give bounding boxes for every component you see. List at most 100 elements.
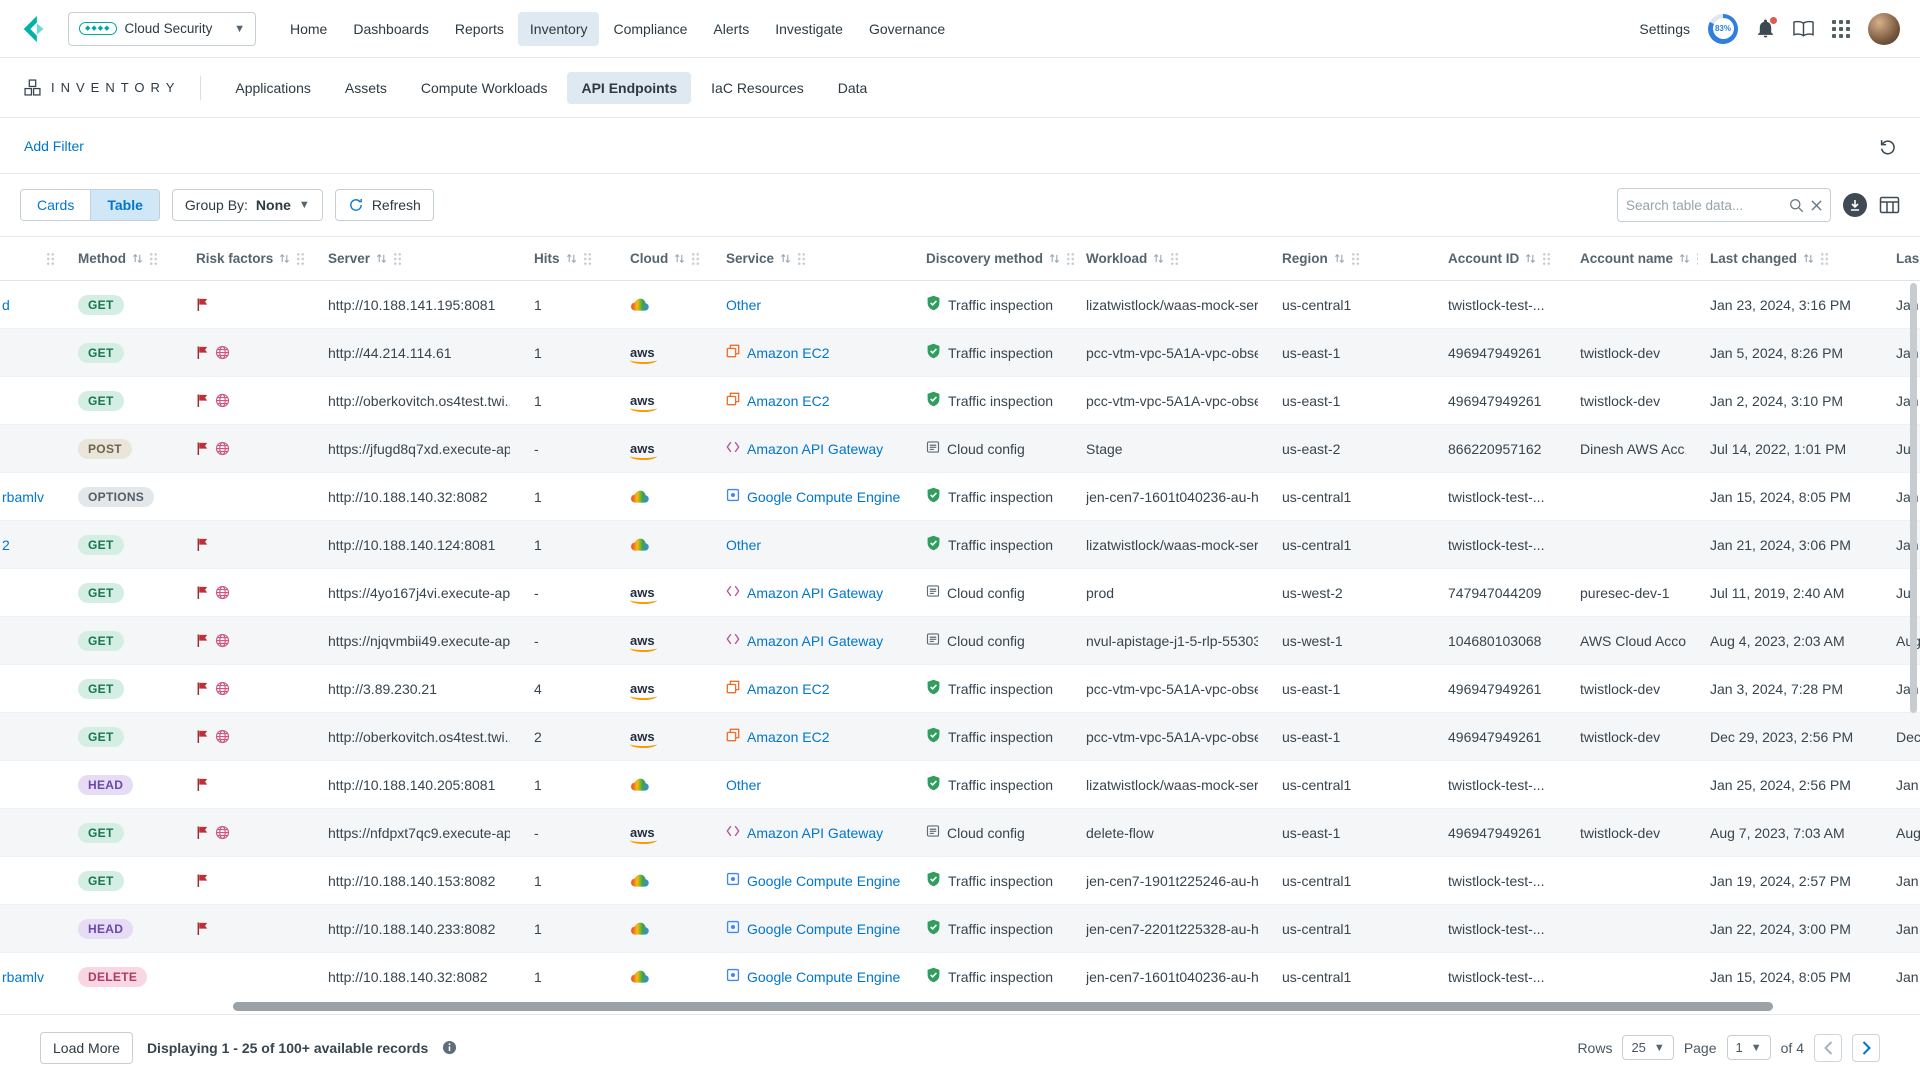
search-input[interactable] [1626, 198, 1782, 213]
table-row[interactable]: GET https://4yo167j4vi.execute-ap... - a… [0, 569, 1920, 617]
column-header-hits[interactable]: Hits [522, 237, 618, 280]
service-link[interactable]: Amazon EC2 [747, 345, 829, 361]
table-row[interactable]: GET https://njqvmbii49.execute-ap... - a… [0, 617, 1920, 665]
tab-assets[interactable]: Assets [331, 72, 401, 104]
column-header-cloud[interactable]: Cloud [618, 237, 714, 280]
table-row[interactable]: GET http://oberkovitch.os4test.twi... 2 … [0, 713, 1920, 761]
nav-inventory[interactable]: Inventory [518, 12, 600, 46]
view-cards-button[interactable]: Cards [21, 190, 90, 220]
column-drag-handle[interactable] [797, 252, 806, 266]
sort-icon[interactable] [1049, 253, 1060, 264]
table-row[interactable]: HEAD http://10.188.140.205:8081 1 Other … [0, 761, 1920, 809]
tab-api-endpoints[interactable]: API Endpoints [567, 72, 691, 104]
nav-home[interactable]: Home [278, 12, 339, 46]
service-link[interactable]: Google Compute Engine [747, 921, 900, 937]
column-header-risk-factors[interactable]: Risk factors [184, 237, 316, 280]
service-link[interactable]: Google Compute Engine [747, 489, 900, 505]
column-header-workload[interactable]: Workload [1074, 237, 1270, 280]
endpoint-link[interactable]: rbamlv [2, 489, 44, 505]
service-link[interactable]: Amazon EC2 [747, 681, 829, 697]
sort-icon[interactable] [1803, 253, 1814, 264]
clear-search-icon[interactable] [1811, 200, 1822, 211]
group-by-dropdown[interactable]: Group By: None ▼ [172, 189, 323, 221]
view-table-button[interactable]: Table [90, 190, 159, 220]
page-select[interactable]: 1 ▼ [1727, 1035, 1771, 1060]
column-drag-handle[interactable] [1351, 252, 1360, 266]
sort-icon[interactable] [566, 253, 577, 264]
settings-link[interactable]: Settings [1639, 21, 1690, 37]
load-more-button[interactable]: Load More [40, 1032, 133, 1064]
sort-icon[interactable] [1679, 253, 1690, 264]
apps-grid-icon[interactable] [1832, 20, 1850, 38]
service-link[interactable]: Amazon EC2 [747, 729, 829, 745]
reset-filters-icon[interactable] [1878, 137, 1896, 155]
table-row[interactable]: GET http://10.188.140.153:8082 1 Google … [0, 857, 1920, 905]
sort-icon[interactable] [376, 253, 387, 264]
column-header-service[interactable]: Service [714, 237, 914, 280]
table-row[interactable]: GET http://44.214.114.61 1 aws Amazon EC… [0, 329, 1920, 377]
column-drag-handle[interactable] [46, 252, 55, 266]
column-settings-icon[interactable] [1879, 196, 1900, 214]
service-link[interactable]: Other [726, 537, 761, 553]
endpoint-link[interactable]: rbamlv [2, 969, 44, 985]
tab-compute-workloads[interactable]: Compute Workloads [407, 72, 562, 104]
sort-icon[interactable] [1525, 253, 1536, 264]
docs-book-icon[interactable] [1793, 20, 1814, 38]
service-link[interactable]: Amazon API Gateway [747, 585, 883, 601]
table-row[interactable]: 2 GET http://10.188.140.124:8081 1 Other… [0, 521, 1920, 569]
column-header-endpoint[interactable] [0, 237, 66, 280]
previous-page-button[interactable] [1814, 1034, 1842, 1062]
table-row[interactable]: d GET http://10.188.141.195:8081 1 Other… [0, 281, 1920, 329]
tab-iac-resources[interactable]: IaC Resources [697, 72, 818, 104]
nav-investigate[interactable]: Investigate [763, 12, 855, 46]
sort-icon[interactable] [674, 253, 685, 264]
column-header-method[interactable]: Method [66, 237, 184, 280]
column-drag-handle[interactable] [691, 252, 700, 266]
sort-icon[interactable] [132, 253, 143, 264]
product-selector[interactable]: ◆◆◆◆ Cloud Security ▼ [68, 12, 256, 46]
column-header-last-changed[interactable]: Last changed [1698, 237, 1884, 280]
horizontal-scrollbar[interactable] [233, 1002, 1773, 1011]
column-drag-handle[interactable] [583, 252, 592, 266]
endpoint-link[interactable]: d [2, 297, 10, 313]
column-header-server[interactable]: Server [316, 237, 522, 280]
table-row[interactable]: HEAD http://10.188.140.233:8082 1 Google… [0, 905, 1920, 953]
column-drag-handle[interactable] [393, 252, 402, 266]
table-row[interactable]: rbamlv OPTIONS http://10.188.140.32:8082… [0, 473, 1920, 521]
sort-icon[interactable] [279, 253, 290, 264]
column-header-discovery-method[interactable]: Discovery method [914, 237, 1074, 280]
nav-dashboards[interactable]: Dashboards [341, 12, 441, 46]
service-link[interactable]: Google Compute Engine [747, 873, 900, 889]
endpoint-link[interactable]: 2 [2, 537, 10, 553]
column-header-las[interactable]: Las [1884, 237, 1920, 280]
table-row[interactable]: GET https://nfdpxt7qc9.execute-ap... - a… [0, 809, 1920, 857]
rows-per-page-select[interactable]: 25 ▼ [1622, 1035, 1673, 1060]
column-header-account-id[interactable]: Account ID [1436, 237, 1568, 280]
refresh-button[interactable]: Refresh [335, 189, 434, 221]
table-row[interactable]: POST https://jfugd8q7xd.execute-ap... - … [0, 425, 1920, 473]
next-page-button[interactable] [1852, 1034, 1880, 1062]
service-link[interactable]: Google Compute Engine [747, 969, 900, 985]
column-drag-handle[interactable] [1170, 252, 1179, 266]
column-header-region[interactable]: Region [1270, 237, 1436, 280]
service-link[interactable]: Amazon EC2 [747, 393, 829, 409]
column-drag-handle[interactable] [1542, 252, 1551, 266]
nav-alerts[interactable]: Alerts [701, 12, 761, 46]
user-avatar[interactable] [1868, 13, 1900, 45]
usage-gauge[interactable]: 83% [1708, 14, 1738, 44]
column-drag-handle[interactable] [1066, 252, 1074, 266]
notifications-bell-icon[interactable] [1756, 19, 1775, 39]
column-header-account-name[interactable]: Account name [1568, 237, 1698, 280]
nav-reports[interactable]: Reports [443, 12, 516, 46]
column-drag-handle[interactable] [296, 252, 305, 266]
service-link[interactable]: Amazon API Gateway [747, 825, 883, 841]
sort-icon[interactable] [1153, 253, 1164, 264]
nav-compliance[interactable]: Compliance [601, 12, 699, 46]
table-row[interactable]: GET http://3.89.230.21 4 aws Amazon EC2 … [0, 665, 1920, 713]
tab-data[interactable]: Data [824, 72, 882, 104]
download-button[interactable] [1843, 193, 1867, 217]
sort-icon[interactable] [1334, 253, 1345, 264]
info-icon[interactable] [442, 1040, 457, 1055]
column-drag-handle[interactable] [1820, 252, 1829, 266]
add-filter-button[interactable]: Add Filter [24, 138, 84, 154]
